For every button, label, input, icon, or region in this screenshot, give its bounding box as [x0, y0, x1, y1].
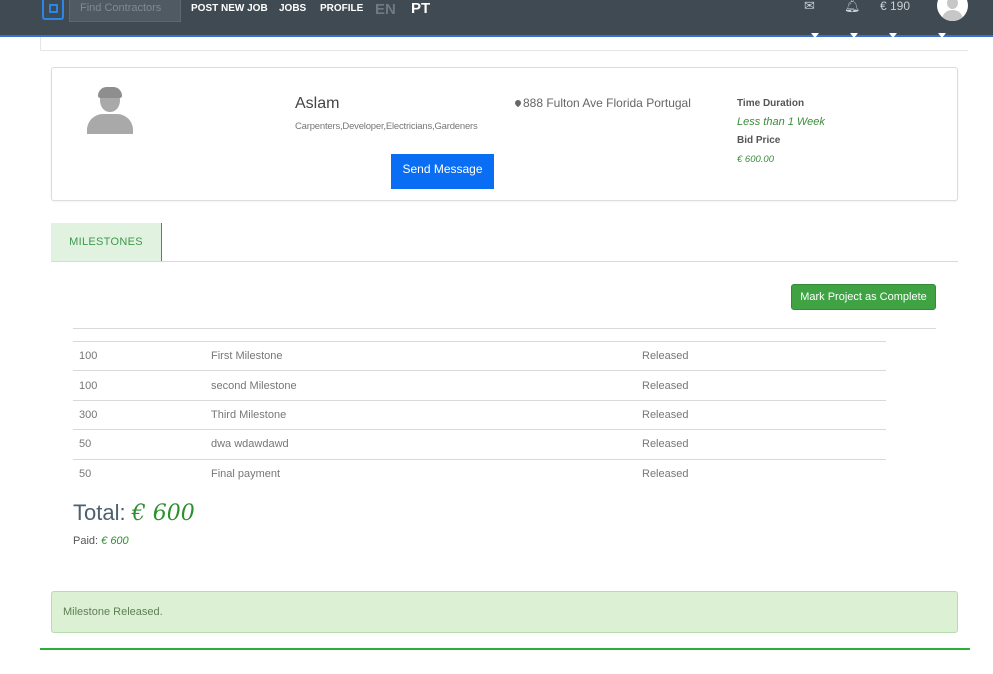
nav-jobs[interactable]: JOBS [279, 3, 306, 14]
divider [51, 261, 958, 262]
search-input[interactable]: Find Contractors [69, 0, 181, 22]
chevron-down-icon[interactable] [811, 33, 819, 38]
bid-price-value: € 600.00 [737, 154, 774, 165]
milestone-name: First Milestone [205, 340, 636, 371]
chevron-down-icon[interactable] [938, 33, 946, 38]
logo-icon[interactable] [42, 0, 64, 20]
table-row: 100 First Milestone Released [73, 340, 886, 371]
nav-post-new-job[interactable]: POST NEW JOB [191, 3, 268, 14]
nav-profile[interactable]: PROFILE [320, 3, 363, 14]
milestone-name: Final payment [205, 458, 636, 489]
user-avatar[interactable] [937, 0, 968, 21]
avatar [87, 87, 133, 134]
milestone-status: Released [636, 429, 886, 460]
milestone-name: second Milestone [205, 370, 636, 401]
milestone-amount: 300 [73, 399, 205, 430]
milestone-status: Released [636, 370, 886, 401]
map-pin-icon [513, 98, 523, 108]
location-text: 888 Fulton Ave Florida Portugal [523, 96, 691, 110]
balance-display[interactable]: € 190 [880, 0, 910, 13]
contractor-skills: Carpenters,Developer,Electricians,Garden… [295, 121, 478, 132]
paid-label: Paid: [73, 535, 99, 547]
bell-icon[interactable]: 🔔︎ [844, 0, 861, 14]
contractor-name[interactable]: Aslam [295, 95, 339, 113]
total-label: Total: [73, 500, 126, 525]
contractor-card: Aslam Carpenters,Developer,Electricians,… [51, 67, 958, 201]
bid-price-label: Bid Price [737, 135, 781, 146]
milestone-name: Third Milestone [205, 399, 636, 430]
milestone-amount: 100 [73, 340, 205, 371]
milestones-table: 100 First Milestone Released 100 second … [73, 340, 886, 489]
total-summary: Total: € 600 [73, 500, 195, 526]
milestone-status: Released [636, 458, 886, 489]
milestone-status: Released [636, 399, 886, 430]
send-message-button[interactable]: Send Message [391, 154, 494, 189]
total-value: € 600 [131, 501, 195, 526]
paid-value: € 600 [101, 535, 129, 547]
table-row: 100 second Milestone Released [73, 370, 886, 401]
milestone-amount: 50 [73, 429, 205, 460]
milestone-status: Released [636, 340, 886, 371]
tab-milestones[interactable]: MILESTONES [51, 223, 162, 262]
table-row: 300 Third Milestone Released [73, 399, 886, 430]
success-alert: Milestone Released. [51, 591, 958, 633]
divider [40, 37, 41, 51]
lang-pt-link[interactable]: PT [411, 0, 430, 17]
chevron-down-icon[interactable] [889, 33, 897, 38]
time-duration-value: Less than 1 Week [737, 116, 825, 128]
mark-project-complete-button[interactable]: Mark Project as Complete [791, 284, 936, 310]
table-row: 50 dwa wdawdawd Released [73, 429, 886, 460]
divider [73, 328, 936, 329]
milestone-amount: 50 [73, 458, 205, 489]
envelope-icon[interactable]: ✉ [804, 0, 815, 14]
paid-summary: Paid: € 600 [73, 535, 129, 547]
milestone-name: dwa wdawdawd [205, 429, 636, 460]
divider [40, 50, 968, 51]
time-duration-label: Time Duration [737, 98, 805, 109]
divider [40, 648, 970, 650]
lang-en-link[interactable]: EN [375, 1, 396, 18]
table-row: 50 Final payment Released [73, 458, 886, 489]
top-navbar: Find Contractors POST NEW JOB JOBS PROFI… [0, 0, 993, 38]
milestone-amount: 100 [73, 370, 205, 401]
chevron-down-icon[interactable] [850, 33, 858, 38]
location: 888 Fulton Ave Florida Portugal [513, 96, 691, 110]
